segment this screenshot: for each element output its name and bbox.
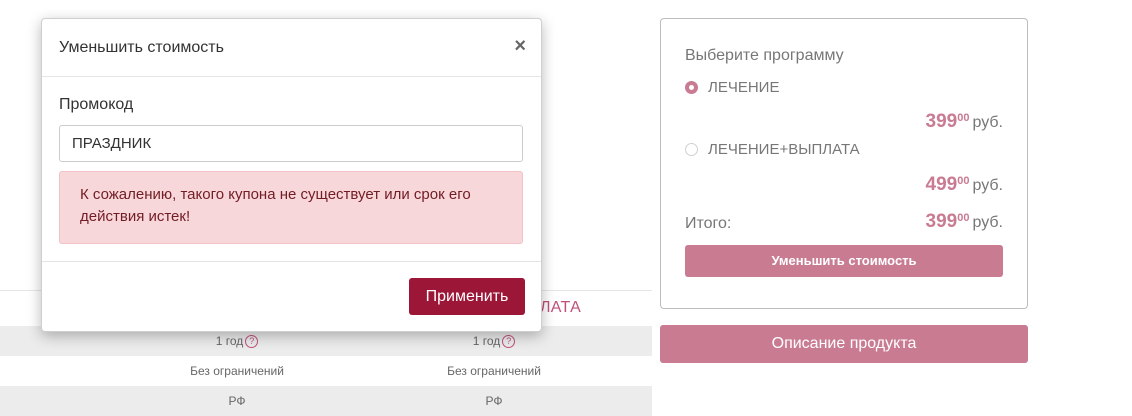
promo-code-label: Промокод	[59, 96, 134, 113]
table-cell: Без ограничений	[447, 364, 541, 378]
price-currency: руб.	[972, 214, 1003, 231]
radio-unselected-icon[interactable]	[685, 143, 698, 156]
program-option-label: ЛЕЧЕНИЕ	[708, 79, 780, 96]
product-description-button[interactable]: Описание продукта	[660, 325, 1028, 363]
price-currency: руб.	[972, 177, 1003, 194]
table-row: Без ограничений Без ограничений	[0, 356, 652, 386]
table-row: РФ РФ	[0, 386, 652, 416]
close-icon[interactable]: ×	[514, 36, 526, 56]
promo-code-input[interactable]	[59, 125, 523, 162]
program-option-treatment-payout[interactable]: ЛЕЧЕНИЕ+ВЫПЛАТА	[685, 141, 860, 158]
table-cell: Без ограничений	[190, 364, 284, 378]
table-header-fragment: ЛАТА	[540, 299, 582, 316]
total-label: Итого:	[685, 215, 732, 232]
price-cents: 00	[957, 174, 970, 187]
program-card-title: Выберите программу	[685, 47, 844, 64]
help-icon[interactable]: ?	[245, 335, 259, 349]
table-cell: 1 год?	[137, 334, 337, 349]
program-option-price: 39900 руб.	[926, 111, 1003, 133]
error-alert: К сожалению, такого купона не существует…	[59, 171, 523, 244]
modal-footer-divider	[42, 261, 541, 262]
term-value: 1 год	[472, 334, 501, 348]
help-icon[interactable]: ?	[502, 335, 516, 349]
program-option-label: ЛЕЧЕНИЕ+ВЫПЛАТА	[708, 141, 860, 158]
table-cell: РФ	[228, 394, 246, 408]
price-cents: 00	[957, 211, 970, 224]
table-cell: 1 год?	[394, 334, 594, 349]
program-card: Выберите программу ЛЕЧЕНИЕ 39900 руб. ЛЕЧ…	[660, 18, 1028, 309]
reduce-cost-modal: Уменьшить стоимость × Промокод К сожален…	[41, 18, 542, 332]
reduce-cost-button[interactable]: Уменьшить стоимость	[685, 245, 1003, 277]
price-main: 399	[925, 111, 958, 132]
apply-button[interactable]: Применить	[409, 278, 525, 315]
modal-header: Уменьшить стоимость ×	[42, 19, 541, 77]
program-option-price: 49900 руб.	[926, 174, 1003, 196]
program-option-treatment[interactable]: ЛЕЧЕНИЕ	[685, 79, 779, 96]
radio-selected-icon[interactable]	[685, 81, 698, 94]
total-price: 39900 руб.	[926, 211, 1003, 233]
price-main: 499	[925, 174, 958, 195]
term-value: 1 год	[215, 334, 244, 348]
price-main: 399	[925, 211, 958, 232]
table-cell: РФ	[485, 394, 503, 408]
price-currency: руб.	[972, 114, 1003, 131]
price-cents: 00	[957, 111, 970, 124]
modal-title: Уменьшить стоимость	[59, 39, 224, 56]
